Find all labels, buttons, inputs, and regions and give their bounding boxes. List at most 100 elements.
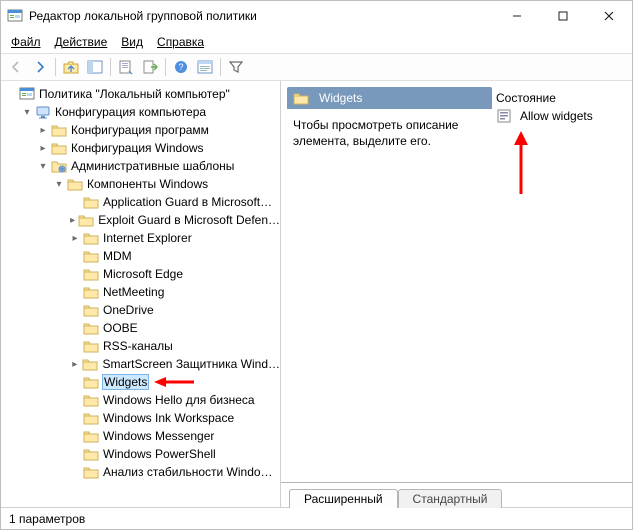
expander-icon[interactable]: ▸ [37, 142, 49, 154]
svg-text:?: ? [178, 62, 183, 72]
tree-node-label: Application Guard в Microsoft… [103, 195, 272, 209]
tree-node[interactable]: Политика "Локальный компьютер" [5, 85, 280, 103]
tab-standard[interactable]: Стандартный [398, 489, 503, 508]
expander-icon[interactable]: ▾ [37, 160, 49, 172]
tree-node[interactable]: Windows Messenger [69, 427, 280, 445]
tree-node-label: OOBE [103, 321, 138, 335]
tree-node-label: NetMeeting [103, 285, 164, 299]
tree-node[interactable]: ▸ Internet Explorer [69, 229, 280, 247]
folder-icon [83, 248, 99, 264]
admin-templates-icon [51, 158, 67, 174]
folder-icon [51, 140, 67, 156]
expander-icon[interactable]: ▸ [69, 214, 76, 226]
tree-node-label: Windows Messenger [103, 429, 214, 443]
folder-icon [83, 320, 99, 336]
folder-icon [51, 122, 67, 138]
tree-node[interactable]: RSS-каналы [69, 337, 280, 355]
computer-icon [35, 104, 51, 120]
tree-node-label: Windows Hello для бизнеса [103, 393, 255, 407]
tree-node[interactable]: ▾ Компоненты Windows [53, 175, 280, 193]
menu-action[interactable]: Действие [49, 33, 114, 51]
folder-icon [83, 374, 99, 390]
tree-node-label: Конфигурация компьютера [55, 105, 206, 119]
menu-help[interactable]: Справка [151, 33, 210, 51]
tree-node-label: SmartScreen Защитника Wind… [102, 357, 280, 371]
annotation-arrow-icon [152, 375, 196, 389]
tree-node[interactable]: OneDrive [69, 301, 280, 319]
tree-node-label: Exploit Guard в Microsoft Defen… [98, 213, 280, 227]
tree-node[interactable]: ▸Конфигурация Windows [37, 139, 280, 157]
expander-icon[interactable]: ▸ [37, 124, 49, 136]
tree-node[interactable]: Widgets [69, 373, 280, 391]
maximize-button[interactable] [540, 1, 586, 31]
folder-icon [83, 446, 99, 462]
state-column-header[interactable]: Состояние [496, 87, 626, 107]
up-button[interactable] [60, 56, 82, 78]
expander-icon[interactable]: ▸ [69, 232, 81, 244]
menu-view[interactable]: Вид [115, 33, 149, 51]
tree-node[interactable]: ▸ Exploit Guard в Microsoft Defen… [69, 211, 280, 229]
folder-icon [83, 302, 99, 318]
tree-node[interactable]: Application Guard в Microsoft… [69, 193, 280, 211]
folder-icon [67, 176, 83, 192]
tree-node[interactable]: Windows Ink Workspace [69, 409, 280, 427]
forward-button[interactable] [29, 56, 51, 78]
tree-node-label: Компоненты Windows [87, 177, 208, 191]
detail-folder-title: Widgets [319, 91, 362, 105]
toolbar: ? [1, 53, 632, 81]
close-button[interactable] [586, 1, 632, 31]
show-hide-tree-button[interactable] [84, 56, 106, 78]
menu-file[interactable]: Файл [5, 33, 47, 51]
detail-folder-header: Widgets [287, 87, 492, 109]
window-title: Редактор локальной групповой политики [29, 9, 494, 23]
tree-node[interactable]: Анализ стабильности Windo… [69, 463, 280, 481]
tree-node-label: Windows Ink Workspace [103, 411, 234, 425]
folder-icon [83, 392, 99, 408]
folder-icon [83, 338, 99, 354]
detail-description: Чтобы просмотреть описание элемента, выд… [287, 109, 492, 157]
export-button[interactable] [139, 56, 161, 78]
folder-icon [83, 194, 99, 210]
help-button[interactable]: ? [170, 56, 192, 78]
expander-icon[interactable]: ▾ [21, 106, 33, 118]
tree-node-label: Internet Explorer [103, 231, 192, 245]
tree-node-label: Политика "Локальный компьютер" [39, 87, 230, 101]
tree-node[interactable]: Microsoft Edge [69, 265, 280, 283]
tree-node[interactable]: ▾ Конфигурация компьютера [21, 103, 280, 121]
tree-node[interactable]: OOBE [69, 319, 280, 337]
expander-icon[interactable]: ▾ [53, 178, 65, 190]
tree-node-label: OneDrive [103, 303, 154, 317]
tree-node-label: Анализ стабильности Windo… [103, 465, 273, 479]
folder-icon [83, 266, 99, 282]
folder-icon [83, 284, 99, 300]
minimize-button[interactable] [494, 1, 540, 31]
tree-node[interactable]: Windows PowerShell [69, 445, 280, 463]
filter-button[interactable] [225, 56, 247, 78]
tree-node[interactable]: MDM [69, 247, 280, 265]
tab-extended[interactable]: Расширенный [289, 489, 398, 508]
tree-node-label: Widgets [103, 375, 148, 389]
properties-button[interactable] [115, 56, 137, 78]
folder-icon [78, 212, 94, 228]
annotation-arrow-icon [506, 129, 536, 199]
menubar: Файл Действие Вид Справка [1, 31, 632, 53]
tree-node[interactable]: NetMeeting [69, 283, 280, 301]
expander-icon[interactable]: ▸ [69, 358, 80, 370]
status-text: 1 параметров [9, 512, 85, 526]
tree-node[interactable]: ▾ Административные шаблоны [37, 157, 280, 175]
tree-node-label: Административные шаблоны [71, 159, 234, 173]
tree-node[interactable]: Windows Hello для бизнеса [69, 391, 280, 409]
tree-pane[interactable]: Политика "Локальный компьютер" ▾ Конфигура… [1, 81, 281, 507]
detail-pane: Widgets Чтобы просмотреть описание элеме… [281, 81, 632, 507]
back-button[interactable] [5, 56, 27, 78]
tree-node[interactable]: ▸Конфигурация программ [37, 121, 280, 139]
folder-icon [83, 428, 99, 444]
tree-node[interactable]: ▸ SmartScreen Защитника Wind… [69, 355, 280, 373]
tree-node-label: MDM [103, 249, 132, 263]
folder-icon [83, 464, 99, 480]
tree-node-label: RSS-каналы [103, 339, 173, 353]
find-button[interactable] [194, 56, 216, 78]
setting-item[interactable]: Allow widgets [496, 107, 626, 125]
statusbar: 1 параметров [1, 507, 632, 529]
setting-label: Allow widgets [520, 109, 593, 123]
